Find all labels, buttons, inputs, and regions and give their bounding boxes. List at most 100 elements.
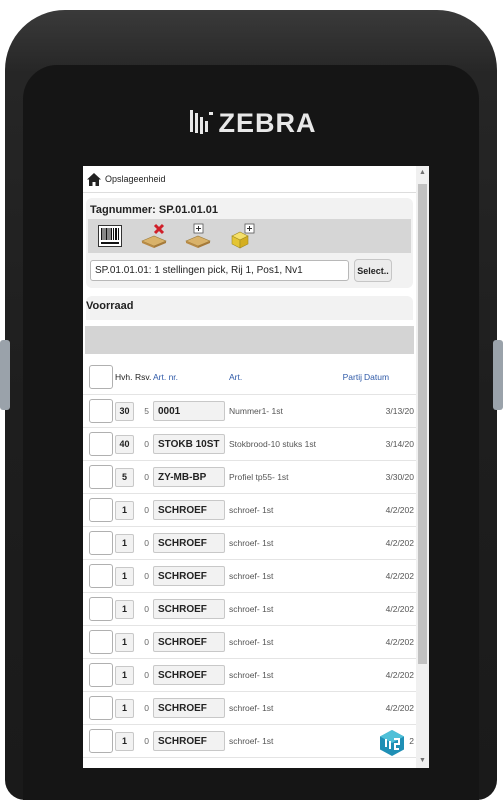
row-partij [334,394,364,428]
row-partij [334,691,364,725]
row-artnr[interactable]: SCHROEF [153,599,225,619]
row-artnr[interactable]: SCHROEF [153,731,225,751]
row-datum: 4/2/202 [364,625,416,659]
row-checkbox[interactable] [89,399,113,423]
row-artnr[interactable]: SCHROEF [153,698,225,718]
row-checkbox[interactable] [89,597,113,621]
row-hvh[interactable]: 1 [115,731,134,751]
select-all-checkbox[interactable] [89,365,113,389]
row-checkbox[interactable] [89,729,113,753]
row-art: schroef- 1st [229,658,334,692]
table-row[interactable]: 40 0 STOKB 10ST Stokbrood-10 stuks 1st 3/14/… [83,427,416,461]
row-hvh[interactable]: 1 [115,500,134,520]
row-art: schroef- 1st [229,592,334,626]
table-row[interactable]: 1 0 SCHROEF schroef- 1st 4/2/202 [83,526,416,560]
row-artnr[interactable]: SCHROEF [153,566,225,586]
row-rsv: 5 [135,394,153,428]
row-rsv: 0 [135,658,153,692]
row-hvh[interactable]: 1 [115,665,134,685]
table-row[interactable]: 1 0 SCHROEF schroef- 1st 4/2/202 [83,559,416,593]
row-art: schroef- 1st [229,493,334,527]
row-checkbox[interactable] [89,564,113,588]
row-partij [334,526,364,560]
row-hvh[interactable]: 1 [115,599,134,619]
row-rsv: 0 [135,427,153,461]
row-datum: 3/30/20 [364,460,416,494]
side-button-right [493,340,503,410]
row-checkbox[interactable] [89,465,113,489]
row-artnr[interactable]: SCHROEF [153,533,225,553]
row-partij [334,724,364,758]
column-partij[interactable]: Partij [334,360,364,395]
home-icon[interactable] [87,172,101,186]
row-art: Stokbrood-10 stuks 1st [229,427,334,461]
row-hvh[interactable]: 1 [115,698,134,718]
stock-table: Hvh. Rsv. Art. nr. Art. Partij Datum 30 5… [83,360,416,758]
table-row[interactable]: 1 0 SCHROEF schroef- 1st 2 [83,724,416,758]
column-artnr[interactable]: Art. nr. [153,360,229,395]
row-hvh[interactable]: 1 [115,566,134,586]
scroll-down-icon[interactable]: ▼ [419,757,426,764]
row-datum: 3/13/20 [364,394,416,428]
barcode-button[interactable] [96,223,124,249]
row-checkbox[interactable] [89,663,113,687]
location-field[interactable]: SP.01.01.01: 1 stellingen pick, Rij 1, P… [90,260,349,281]
select-button[interactable]: Select.. [354,259,392,282]
column-rsv[interactable]: Rsv. [135,360,153,395]
row-artnr[interactable]: ZY-MB-BP [153,467,225,487]
row-artnr[interactable]: STOKB 10ST [153,434,225,454]
row-artnr[interactable]: SCHROEF [153,632,225,652]
row-datum: 4/2/202 [364,658,416,692]
row-partij [334,559,364,593]
row-checkbox[interactable] [89,531,113,555]
row-art: schroef- 1st [229,559,334,593]
row-checkbox[interactable] [89,498,113,522]
row-partij [334,493,364,527]
row-partij [334,592,364,626]
stock-section-title: Voorraad [86,296,413,320]
row-art: schroef- 1st [229,526,334,560]
row-rsv: 0 [135,493,153,527]
vertical-scrollbar[interactable]: ▲ ▼ [416,166,429,768]
row-hvh[interactable]: 30 [115,401,134,421]
row-art: schroef- 1st [229,724,334,758]
table-row[interactable]: 5 0 ZY-MB-BP Profiel tp55- 1st 3/30/20 [83,460,416,494]
row-hvh[interactable]: 1 [115,533,134,553]
row-artnr[interactable]: SCHROEF [153,665,225,685]
row-checkbox[interactable] [89,630,113,654]
row-rsv: 0 [135,625,153,659]
column-datum[interactable]: Datum [364,360,416,395]
stock-rows: 30 5 0001 Nummer1- 1st 3/13/20 40 0 STOKB 10ST S… [83,394,416,758]
brand-name: ZEBRA [218,108,317,138]
table-row[interactable]: 1 0 SCHROEF schroef- 1st 4/2/202 [83,592,416,626]
brand-logo: ZEBRA [0,108,503,139]
add-pallet-button[interactable] [184,223,212,249]
add-pallet-icon [185,223,211,248]
tool-bar [88,219,411,253]
row-checkbox[interactable] [89,696,113,720]
scroll-up-icon[interactable]: ▲ [419,169,426,176]
delete-pallet-icon [141,223,167,248]
page-content: Opslageenheid Tagnummer: SP.01.01.01 SP.… [83,166,416,758]
row-art: Profiel tp55- 1st [229,460,334,494]
column-hvh[interactable]: Hvh. [115,360,135,395]
table-row[interactable]: 1 0 SCHROEF schroef- 1st 4/2/202 [83,493,416,527]
table-row[interactable]: 1 0 SCHROEF schroef- 1st 4/2/202 [83,691,416,725]
row-hvh[interactable]: 40 [115,434,134,454]
table-row[interactable]: 30 5 0001 Nummer1- 1st 3/13/20 [83,394,416,428]
row-hvh[interactable]: 5 [115,467,134,487]
row-rsv: 0 [135,460,153,494]
row-artnr[interactable]: 0001 [153,401,225,421]
table-row[interactable]: 1 0 SCHROEF schroef- 1st 4/2/202 [83,658,416,692]
scrollbar-thumb[interactable] [418,184,427,664]
row-art: Nummer1- 1st [229,394,334,428]
add-box-button[interactable] [228,223,256,249]
row-hvh[interactable]: 1 [115,632,134,652]
row-datum: 4/2/202 [364,691,416,725]
column-art[interactable]: Art. [229,360,334,395]
side-button-left [0,340,10,410]
row-checkbox[interactable] [89,432,113,456]
delete-pallet-button[interactable] [140,223,168,249]
table-row[interactable]: 1 0 SCHROEF schroef- 1st 4/2/202 [83,625,416,659]
row-artnr[interactable]: SCHROEF [153,500,225,520]
